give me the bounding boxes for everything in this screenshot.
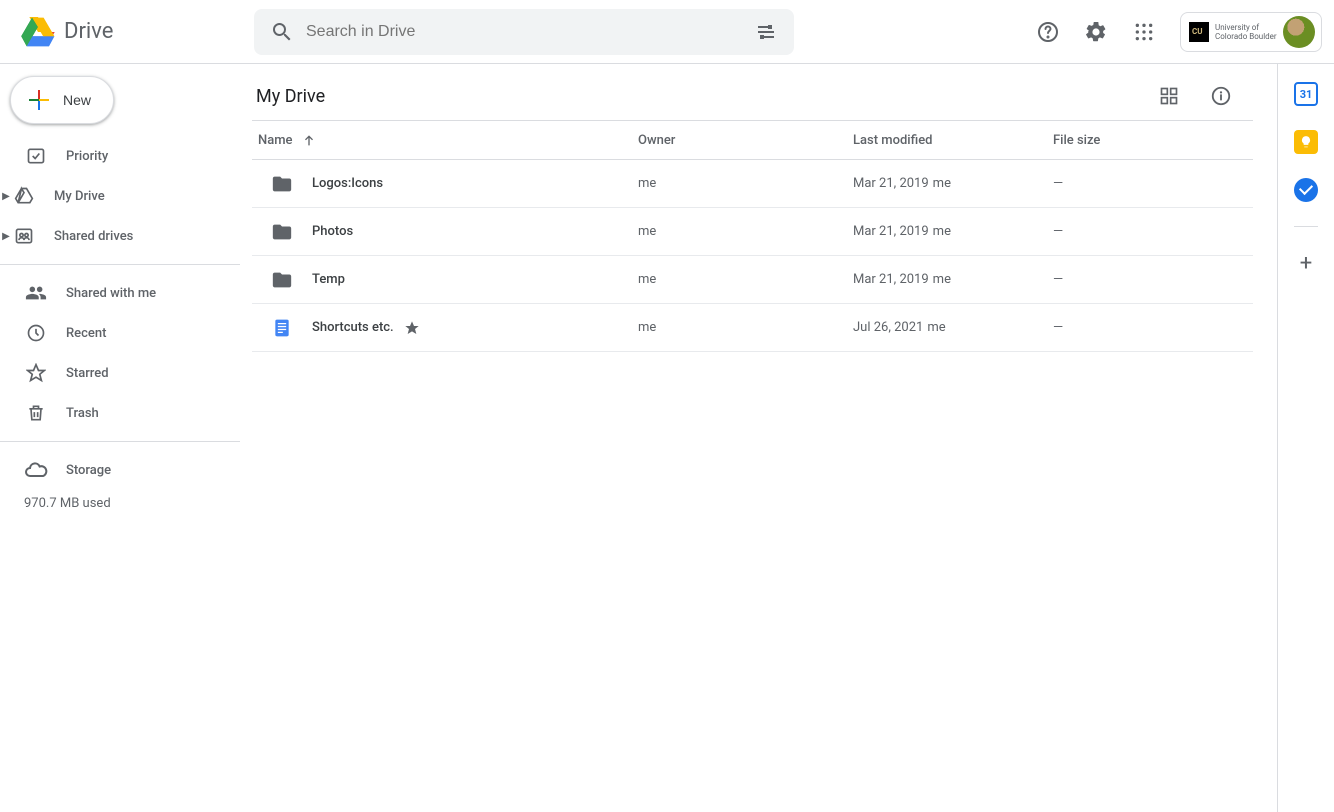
trash-icon [24,401,48,425]
search-options-icon[interactable] [746,12,786,52]
avatar [1283,16,1315,48]
sidebar-item-label: Priority [66,149,108,164]
file-row[interactable]: Shortcuts etc. meJul 26, 2021me— [252,304,1253,352]
sidebar-item-priority[interactable]: Priority [0,136,240,176]
support-icon[interactable] [1028,12,1068,52]
breadcrumb-row: My Drive [252,72,1253,120]
settings-icon[interactable] [1076,12,1116,52]
file-name: Logos:Icons [312,176,383,191]
expand-icon: ▶ [0,191,12,202]
sidebar-item-label: Storage [66,463,111,478]
add-app-icon[interactable]: + [1300,251,1312,276]
file-size: — [1053,320,1253,335]
sidebar-item-label: Starred [66,366,109,381]
search-input[interactable] [302,23,746,41]
org-icon [1189,22,1209,42]
priority-icon [24,144,48,168]
file-owner: me [638,272,853,287]
breadcrumb[interactable]: My Drive [252,86,325,107]
file-name: Photos [312,224,353,239]
file-modified: Jul 26, 2021me [853,320,1053,335]
divider [0,264,240,265]
sort-ascending-icon [301,132,317,148]
file-modified: Mar 21, 2019me [853,224,1053,239]
starred-icon [24,361,48,385]
sidebar-item-label: Recent [66,326,106,341]
sidebar-item-label: Shared with me [66,286,156,301]
expand-icon: ▶ [0,231,12,242]
search-icon[interactable] [262,12,302,52]
sidebar: New Priority ▶ My Drive ▶ Shared drives Shar… [0,64,240,812]
column-modified[interactable]: Last modified [853,133,1053,148]
tasks-app-icon[interactable] [1294,178,1318,202]
shareddrives-icon [12,224,36,248]
new-button[interactable]: New [10,76,114,124]
calendar-app-icon[interactable]: 31 [1294,82,1318,106]
cloud-icon [24,458,48,482]
sidebar-item-recent[interactable]: Recent [0,313,240,353]
folder-icon [270,220,294,244]
sidebar-item-label: Trash [66,406,99,421]
org-label: University of Colorado Boulder [1215,23,1277,41]
header: Drive University of Colorado Boulder [0,0,1334,64]
file-modified: Mar 21, 2019me [853,176,1053,191]
column-name[interactable]: Name [252,132,638,148]
sidebar-item-shareddrives[interactable]: ▶ Shared drives [0,216,240,256]
keep-app-icon[interactable] [1294,130,1318,154]
divider [0,441,240,442]
file-modified: Mar 21, 2019me [853,272,1053,287]
sidebar-item-label: Shared drives [54,229,133,244]
file-row[interactable]: Logos:Icons meMar 21, 2019me— [252,160,1253,208]
file-row[interactable]: Photos meMar 21, 2019me— [252,208,1253,256]
file-owner: me [638,176,853,191]
sidebar-item-storage[interactable]: Storage [0,450,240,490]
storage-used: 970.7 MB used [0,490,240,511]
file-size: — [1053,272,1253,287]
file-name: Shortcuts etc. [312,320,394,335]
sidebar-item-trash[interactable]: Trash [0,393,240,433]
main: My Drive Name Owner [240,64,1334,812]
new-label: New [63,92,91,108]
app-name: Drive [64,19,113,44]
file-row[interactable]: Temp meMar 21, 2019me— [252,256,1253,304]
grid-view-icon[interactable] [1149,76,1189,116]
sidebar-item-mydrive[interactable]: ▶ My Drive [0,176,240,216]
folder-icon [270,268,294,292]
sidebar-item-sharedwithme[interactable]: Shared with me [0,273,240,313]
side-panel: 31 + [1278,64,1334,812]
list-header: Name Owner Last modified File size [252,120,1253,160]
star-icon [404,320,420,336]
file-owner: me [638,224,853,239]
sidebar-item-starred[interactable]: Starred [0,353,240,393]
sharedwithme-icon [24,281,48,305]
plus-icon [27,88,51,112]
file-size: — [1053,176,1253,191]
column-size[interactable]: File size [1053,133,1253,148]
column-owner[interactable]: Owner [638,133,853,148]
content: My Drive Name Owner [240,64,1278,812]
file-name: Temp [312,272,345,287]
file-size: — [1053,224,1253,239]
sidebar-item-label: My Drive [54,189,105,204]
drive-logo-area[interactable]: Drive [16,12,254,52]
header-icons: University of Colorado Boulder [1028,12,1326,52]
divider [1294,226,1318,227]
doc-icon [270,316,294,340]
account-chip[interactable]: University of Colorado Boulder [1180,12,1322,52]
apps-icon[interactable] [1124,12,1164,52]
details-icon[interactable] [1201,76,1241,116]
file-owner: me [638,320,853,335]
mydrive-icon [12,184,36,208]
drive-logo-icon [16,12,60,52]
search-bar[interactable] [254,9,794,55]
folder-icon [270,172,294,196]
recent-icon [24,321,48,345]
